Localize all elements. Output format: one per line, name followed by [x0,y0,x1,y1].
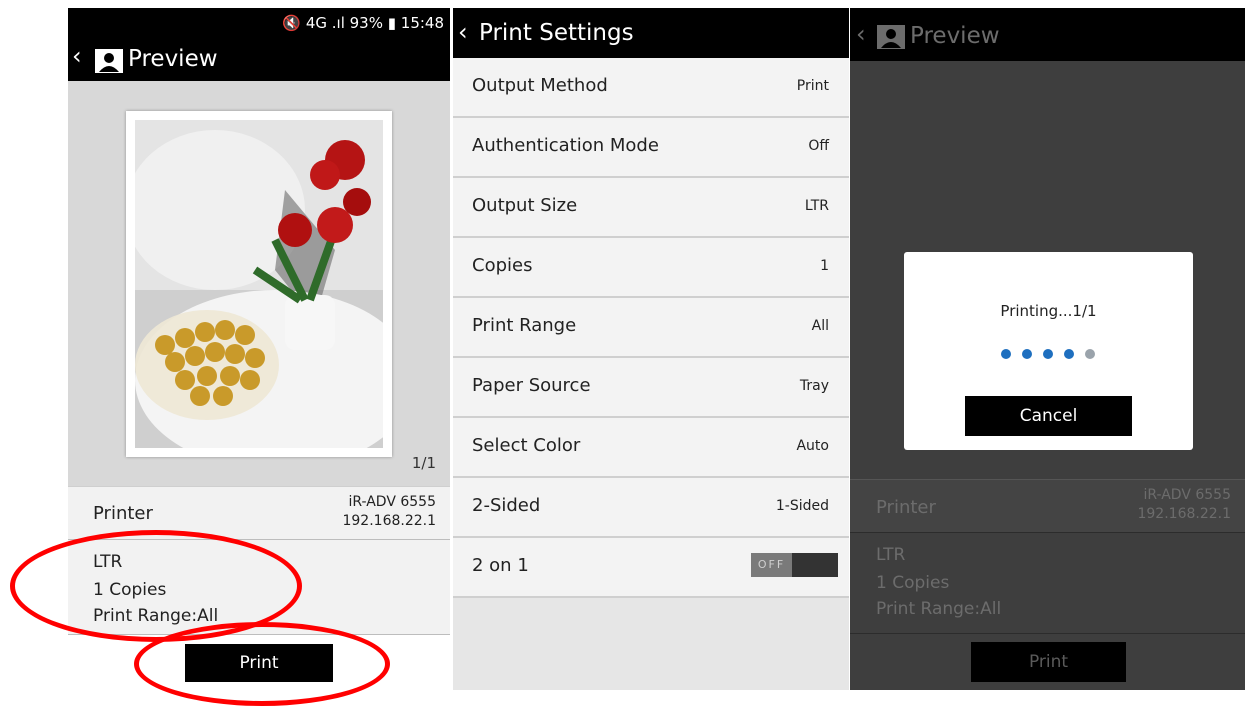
setting-value: Tray [799,378,829,394]
setting-output-size[interactable]: Output Size LTR [453,178,849,238]
setting-2-on-1: 2 on 1 OFF [453,538,849,598]
print-settings-screen: ‹ Print Settings Output Method Print Aut… [453,8,849,690]
screen-title: Preview [910,23,1000,49]
setting-label: Output Size [472,195,578,216]
page-indicator: 1/1 [411,454,436,472]
photo-preview [135,120,383,448]
setting-copies[interactable]: Copies 1 [453,238,849,298]
setting-value: LTR [804,198,829,214]
print-settings-summary: LTR 1 Copies Print Range:All [850,533,1245,634]
printer-label: Printer [876,497,936,518]
printing-dialog: Printing...1/1 Cancel [904,252,1193,450]
page-thumbnail[interactable] [126,111,392,457]
progress-dot [1064,349,1074,359]
setting-value: 1-Sided [775,498,829,514]
screen-title: Preview [128,46,218,72]
printing-status: Printing...1/1 [1000,302,1097,320]
back-button[interactable]: ‹ [856,20,866,48]
setting-label: Select Color [472,435,581,456]
setting-value: Print [796,78,829,94]
printer-model: iR-ADV 6555 [348,494,436,510]
setting-label: Output Method [472,75,608,96]
setting-label: 2-Sided [472,495,541,516]
printer-info: iR-ADV 6555 192.168.22.1 [1137,486,1231,524]
screen-title: Print Settings [479,20,634,46]
annotation-circle-print [134,622,390,706]
printing-screen: ‹ Preview Printer iR-ADV 6555 192.168.22… [850,8,1245,690]
setting-2-sided[interactable]: 2-Sided 1-Sided [453,478,849,538]
printer-info: iR-ADV 6555 192.168.22.1 [342,493,436,531]
app-bar: 🔇 4G .ıl 93% ▮ 15:48 ‹ Preview [68,8,450,81]
setting-value: All [811,318,829,334]
status-bar: 🔇 4G .ıl 93% ▮ 15:48 [282,14,444,32]
summary-range: Print Range:All [876,599,1002,619]
document-user-icon [877,25,905,49]
setting-authentication-mode[interactable]: Authentication Mode Off [453,118,849,178]
setting-value: Auto [796,438,829,454]
setting-label: Print Range [472,315,577,336]
setting-output-method[interactable]: Output Method Print [453,58,849,118]
printer-ip: 192.168.22.1 [342,513,436,529]
setting-print-range[interactable]: Print Range All [453,298,849,358]
setting-label: 2 on 1 [472,555,529,576]
back-button[interactable]: ‹ [458,18,468,46]
app-bar: ‹ Print Settings [453,8,849,58]
preview-area[interactable]: 1/1 [68,81,450,486]
toggle-2-on-1[interactable]: OFF [751,553,838,577]
toggle-state-label: OFF [751,553,792,577]
document-user-icon [95,49,123,73]
summary-size: LTR [876,545,906,565]
setting-label: Paper Source [472,375,591,396]
print-button: Print [971,642,1126,682]
back-button[interactable]: ‹ [72,42,82,70]
progress-dots [1001,348,1101,360]
progress-dot [1022,349,1032,359]
printer-label: Printer [93,503,153,524]
cancel-button[interactable]: Cancel [965,396,1132,436]
setting-label: Authentication Mode [472,135,659,156]
printer-ip: 192.168.22.1 [1137,506,1231,522]
setting-value: Off [808,138,829,154]
progress-dot [1001,349,1011,359]
setting-paper-source[interactable]: Paper Source Tray [453,358,849,418]
app-bar: ‹ Preview [850,8,1245,61]
progress-dot [1085,349,1095,359]
printer-selector: Printer iR-ADV 6555 192.168.22.1 [850,479,1245,533]
setting-label: Copies [472,255,533,276]
setting-value: 1 [820,258,829,274]
printer-model: iR-ADV 6555 [1143,487,1231,503]
progress-dot [1043,349,1053,359]
setting-select-color[interactable]: Select Color Auto [453,418,849,478]
summary-copies: 1 Copies [876,573,950,593]
